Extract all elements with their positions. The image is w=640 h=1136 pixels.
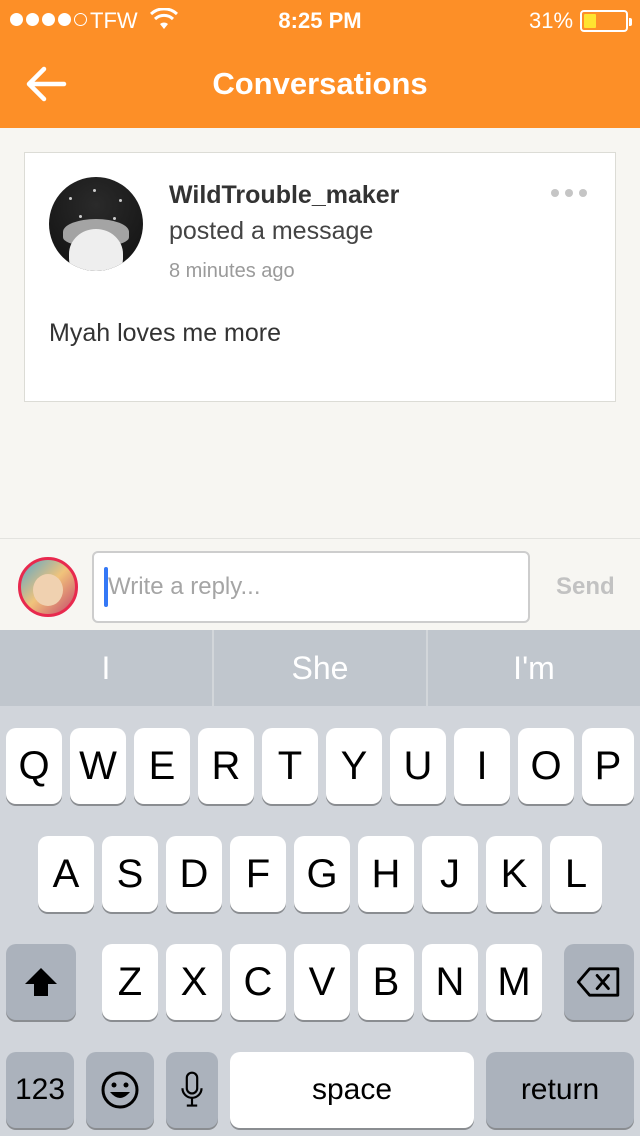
key-k[interactable]: K <box>486 836 542 912</box>
key-b[interactable]: B <box>358 944 414 1020</box>
emoji-key[interactable] <box>86 1052 154 1128</box>
key-w[interactable]: W <box>70 728 126 804</box>
poster-avatar[interactable] <box>49 177 143 271</box>
key-t[interactable]: T <box>262 728 318 804</box>
conversations-screen: TFW 8:25 PM 31% Conversations WildTroubl… <box>0 0 640 1136</box>
key-y[interactable]: Y <box>326 728 382 804</box>
battery-percentage: 31% <box>529 8 574 33</box>
key-x[interactable]: X <box>166 944 222 1020</box>
page-title: Conversations <box>212 66 428 101</box>
shift-arrow-icon <box>25 968 57 996</box>
send-button[interactable]: Send <box>556 573 615 601</box>
dictation-key[interactable] <box>166 1052 218 1128</box>
key-f[interactable]: F <box>230 836 286 912</box>
key-r[interactable]: R <box>198 728 254 804</box>
key-m[interactable]: M <box>486 944 542 1020</box>
return-key[interactable]: return <box>486 1052 634 1128</box>
predictive-suggestions: I She I'm <box>0 630 640 706</box>
shift-key[interactable] <box>6 944 76 1020</box>
more-options-icon[interactable] <box>551 189 591 203</box>
suggestion-3[interactable]: I'm <box>428 630 640 706</box>
key-p[interactable]: P <box>582 728 634 804</box>
key-s[interactable]: S <box>102 836 158 912</box>
battery-icon <box>580 10 632 32</box>
space-key[interactable]: space <box>230 1052 474 1128</box>
suggestion-1[interactable]: I <box>0 630 214 706</box>
key-d[interactable]: D <box>166 836 222 912</box>
key-j[interactable]: J <box>422 836 478 912</box>
key-u[interactable]: U <box>390 728 446 804</box>
post-message: Myah loves me more <box>49 319 282 347</box>
key-v[interactable]: V <box>294 944 350 1020</box>
reply-input[interactable]: Write a reply... <box>92 551 530 623</box>
key-g[interactable]: G <box>294 836 350 912</box>
header-bar: TFW 8:25 PM 31% Conversations <box>0 0 640 128</box>
microphone-icon <box>181 1071 203 1107</box>
key-z[interactable]: Z <box>102 944 158 1020</box>
key-q[interactable]: Q <box>6 728 62 804</box>
delete-key[interactable] <box>564 944 634 1020</box>
poster-username[interactable]: WildTrouble_maker <box>169 181 399 210</box>
post-timestamp: 8 minutes ago <box>169 260 295 282</box>
reply-placeholder: Write a reply... <box>108 573 261 600</box>
reply-bar: Write a reply... Send <box>0 538 640 630</box>
key-l[interactable]: L <box>550 836 602 912</box>
suggestion-2[interactable]: She <box>214 630 428 706</box>
key-e[interactable]: E <box>134 728 190 804</box>
key-i[interactable]: I <box>454 728 510 804</box>
status-bar: TFW 8:25 PM 31% <box>0 0 640 40</box>
post-action-text: posted a message <box>169 217 374 245</box>
emoji-smiley-icon <box>101 1071 139 1109</box>
key-a[interactable]: A <box>38 836 94 912</box>
post-card: WildTrouble_maker posted a message 8 min… <box>24 152 616 402</box>
key-n[interactable]: N <box>422 944 478 1020</box>
my-avatar <box>18 557 78 617</box>
key-o[interactable]: O <box>518 728 574 804</box>
keyboard: Q W E R T Y U I O P A S D F G H J K L Z … <box>0 706 640 1136</box>
key-c[interactable]: C <box>230 944 286 1020</box>
key-h[interactable]: H <box>358 836 414 912</box>
numbers-key[interactable]: 123 <box>6 1052 74 1128</box>
backspace-icon <box>576 967 620 997</box>
